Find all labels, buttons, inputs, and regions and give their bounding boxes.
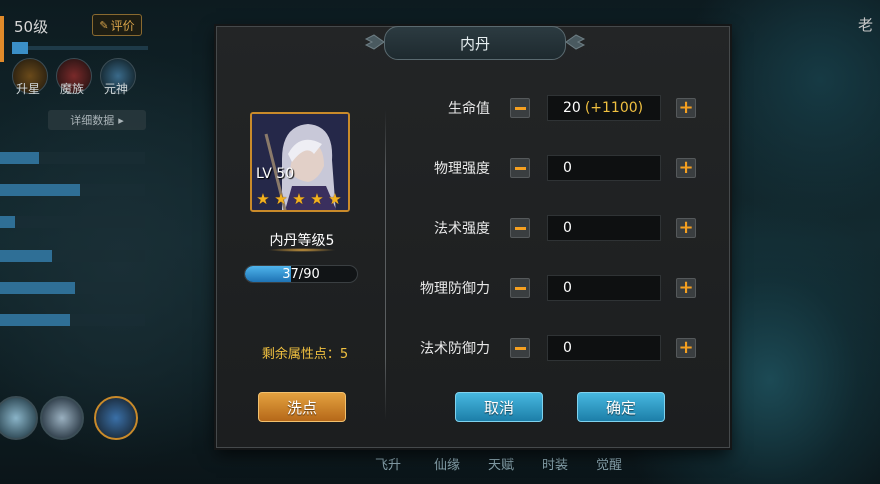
title-ornament-left-icon [364, 34, 384, 50]
chevron-right-icon: ▸ [118, 113, 124, 127]
plus-icon: + [678, 337, 694, 358]
confirm-button[interactable]: 确定 [577, 392, 665, 422]
tab-ascend[interactable]: 飞升 [375, 454, 401, 473]
hp-value-field: 20 (+1100) [547, 95, 661, 121]
exp-progress-bar: 37/90 [244, 265, 358, 283]
star-icon: ★ [274, 190, 288, 208]
physical-strength-increase-button[interactable]: + [676, 158, 696, 178]
tab-awaken[interactable]: 觉醒 [596, 454, 622, 473]
star-icon: ★ [256, 190, 270, 208]
minus-icon [514, 106, 526, 110]
hero-info-panel: 50级 ✎ 评价 升星 魔族 元神 详细数据 ▸ [0, 0, 160, 484]
right-edge-label: 老 [858, 16, 874, 34]
cancel-button[interactable]: 取消 [455, 392, 543, 422]
stat-bar [0, 250, 145, 262]
attr-label-magic-defense: 法术防御力 [420, 341, 490, 357]
stat-bar [0, 152, 145, 164]
remaining-points-label: 剩余属性点：5 [261, 347, 349, 362]
tab-fate[interactable]: 仙缘 [434, 454, 460, 473]
physical-defense-increase-button[interactable]: + [676, 278, 696, 298]
plus-icon: + [678, 217, 694, 238]
evaluate-button[interactable]: ✎ 评价 [92, 14, 142, 36]
skill-icon[interactable] [0, 396, 38, 440]
physical-strength-value-field: 0 [547, 155, 661, 181]
hp-value: 20 [563, 100, 581, 116]
evaluate-label: 评价 [110, 18, 135, 33]
magic-defense-increase-button[interactable]: + [676, 338, 696, 358]
physical-defense-value-field: 0 [547, 275, 661, 301]
detail-data-label: 详细数据 [70, 114, 115, 127]
stat-bar-fill [0, 250, 53, 262]
star-icon: ★ [292, 190, 306, 208]
dialog-title: 内丹 [384, 26, 566, 60]
hero-star-rating: ★ ★ ★ ★ ★ [255, 191, 343, 207]
stat-bar-fill [0, 152, 40, 164]
minus-icon [514, 226, 526, 230]
edit-icon: ✎ [99, 18, 109, 32]
stat-bar-fill [0, 216, 15, 228]
skill-icon[interactable] [94, 396, 138, 440]
hero-level: 50级 [14, 18, 49, 36]
tab-talent[interactable]: 天赋 [488, 454, 514, 473]
detail-data-button[interactable]: 详细数据 ▸ [48, 110, 146, 130]
hp-bonus: (+1100) [584, 100, 644, 116]
attr-label-physical-defense: 物理防御力 [420, 281, 490, 297]
plus-icon: + [678, 277, 694, 298]
feature-label-spirit: 元神 [104, 82, 129, 96]
dialog-divider [385, 110, 386, 420]
plus-icon: + [678, 97, 694, 118]
stat-bar [0, 314, 145, 326]
physical-strength-decrease-button[interactable] [510, 158, 530, 178]
star-icon: ★ [310, 190, 324, 208]
magic-strength-increase-button[interactable]: + [676, 218, 696, 238]
attr-label-physical-strength: 物理强度 [434, 161, 490, 177]
progress-marker [12, 42, 28, 54]
core-level-glow [268, 248, 336, 252]
hp-decrease-button[interactable] [510, 98, 530, 118]
title-ornament-right-icon [566, 34, 586, 50]
stat-bar [0, 282, 145, 294]
reset-points-button[interactable]: 洗点 [258, 392, 346, 422]
minus-icon [514, 346, 526, 350]
minus-icon [514, 166, 526, 170]
stat-bar-fill [0, 184, 80, 196]
star-icon: ★ [328, 190, 342, 208]
physical-defense-decrease-button[interactable] [510, 278, 530, 298]
tab-costume[interactable]: 时装 [542, 454, 568, 473]
progress-track [28, 46, 148, 50]
magic-defense-decrease-button[interactable] [510, 338, 530, 358]
feature-label-star: 升星 [16, 82, 41, 96]
exp-progress-text: 37/90 [282, 266, 320, 282]
physical-strength-value: 0 [563, 160, 572, 176]
level-accent-bar [0, 16, 4, 62]
magic-strength-value-field: 0 [547, 215, 661, 241]
minus-icon [514, 286, 526, 290]
magic-strength-value: 0 [563, 220, 572, 236]
stat-bar [0, 184, 145, 196]
plus-icon: + [678, 157, 694, 178]
core-level-label: 内丹等级5 [269, 233, 335, 249]
attr-label-magic-strength: 法术强度 [434, 221, 490, 237]
hp-increase-button[interactable]: + [676, 98, 696, 118]
physical-defense-value: 0 [563, 280, 572, 296]
magic-strength-decrease-button[interactable] [510, 218, 530, 238]
magic-defense-value-field: 0 [547, 335, 661, 361]
magic-defense-value: 0 [563, 340, 572, 356]
stat-bar [0, 216, 145, 228]
hero-level-badge: LV 50 [256, 166, 295, 182]
skill-icon[interactable] [40, 396, 84, 440]
feature-label-demon: 魔族 [60, 82, 85, 96]
stat-bar-fill [0, 314, 70, 326]
attr-label-hp: 生命值 [448, 101, 490, 117]
stat-bar-fill [0, 282, 76, 294]
